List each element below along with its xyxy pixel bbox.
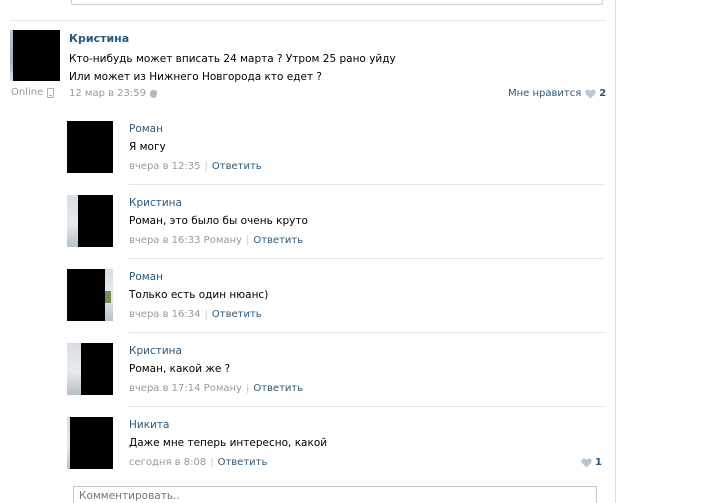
comment-meta: вчера в 17:14 Роману | Ответить — [129, 383, 303, 394]
comment-author-name[interactable]: Роман — [129, 123, 163, 135]
heart-icon — [581, 457, 592, 467]
meta-separator: | — [204, 309, 208, 320]
mobile-phone-icon — [47, 87, 55, 98]
post-meta: 12 мар в 23:59 — [69, 88, 157, 99]
avatar-photo-edge — [67, 417, 70, 469]
column-border — [615, 0, 616, 503]
comment-text: Только есть один нюанс) — [129, 289, 269, 301]
comment-date-link[interactable]: вчера в 16:33 Роману — [129, 235, 242, 246]
reply-button[interactable]: Ответить — [253, 235, 303, 246]
online-label: Online — [11, 87, 44, 98]
reply-button[interactable]: Ответить — [218, 457, 268, 468]
comment-author-name[interactable]: Никита — [129, 419, 169, 431]
avatar-photo-edge — [67, 195, 78, 247]
comment-item: Никита Даже мне теперь интересно, какой … — [67, 407, 605, 481]
apple-icon — [150, 89, 157, 98]
comment-avatar[interactable] — [67, 195, 113, 247]
post-text-line: Или может из Нижнего Новгорода кто едет … — [69, 71, 322, 83]
comment-author-name[interactable]: Кристина — [129, 197, 182, 209]
reply-button[interactable]: Ответить — [212, 309, 262, 320]
avatar-photo-detail — [105, 291, 111, 303]
comment-avatar[interactable] — [67, 417, 113, 469]
previous-post-box — [71, 0, 603, 5]
comment-avatar[interactable] — [67, 121, 113, 173]
post-text: Кто-нибудь может вписать 24 марта ? Утро… — [69, 50, 396, 86]
comment-meta: вчера в 16:34 | Ответить — [129, 309, 262, 320]
post-text-line: Кто-нибудь может вписать 24 марта ? Утро… — [69, 53, 396, 65]
heart-icon — [585, 88, 596, 98]
meta-separator: | — [204, 161, 208, 172]
comment-text: Даже мне теперь интересно, какой — [129, 437, 328, 449]
comment-author-name[interactable]: Роман — [129, 271, 163, 283]
comment-avatar[interactable] — [67, 269, 113, 321]
reply-button[interactable]: Ответить — [253, 383, 303, 394]
comment-item: Роман Только есть один нюанс) вчера в 16… — [67, 259, 605, 333]
reply-button[interactable]: Ответить — [212, 161, 262, 172]
comment-like-count: 1 — [595, 457, 602, 468]
comment-text: Я могу — [129, 141, 166, 153]
like-count: 2 — [599, 88, 607, 99]
like-label: Мне нравится — [508, 88, 582, 99]
avatar-photo-edge — [67, 343, 81, 395]
comment-like-button[interactable]: 1 — [577, 457, 602, 468]
comment-meta: вчера в 16:33 Роману | Ответить — [129, 235, 303, 246]
online-status: Online — [11, 87, 55, 98]
comment-meta: сегодня в 8:08 | Ответить — [129, 457, 267, 468]
post-author-name[interactable]: Кристина — [69, 32, 129, 45]
comment-avatar[interactable] — [67, 343, 113, 395]
meta-separator: | — [210, 457, 214, 468]
comment-text: Роман, какой же ? — [129, 363, 231, 375]
comment-date-link[interactable]: сегодня в 8:08 — [129, 457, 206, 468]
comment-date-link[interactable]: вчера в 16:34 — [129, 309, 201, 320]
post-like-button[interactable]: Мне нравится 2 — [508, 88, 606, 99]
comment-item: Кристина Роман, какой же ? вчера в 17:14… — [67, 333, 605, 407]
comment-item: Роман Я могу вчера в 12:35 | Ответить — [67, 111, 605, 185]
divider — [10, 20, 606, 21]
post-date-link[interactable]: 12 мар в 23:59 — [69, 88, 146, 99]
page: Online Кристина Кто-нибудь может вписать… — [0, 0, 701, 503]
comment-meta: вчера в 12:35 | Ответить — [129, 161, 262, 172]
comment-date-link[interactable]: вчера в 12:35 — [129, 161, 201, 172]
meta-separator: | — [245, 235, 250, 246]
comment-date-link[interactable]: вчера в 17:14 Роману — [129, 383, 242, 394]
meta-separator: | — [245, 383, 250, 394]
post-author-avatar[interactable] — [10, 30, 60, 81]
comment-input[interactable] — [73, 486, 597, 503]
avatar-photo-edge — [10, 30, 13, 81]
comment-item: Кристина Роман, это было бы очень круто … — [67, 185, 605, 259]
comment-text: Роман, это было бы очень круто — [129, 215, 308, 227]
comment-author-name[interactable]: Кристина — [129, 345, 182, 357]
